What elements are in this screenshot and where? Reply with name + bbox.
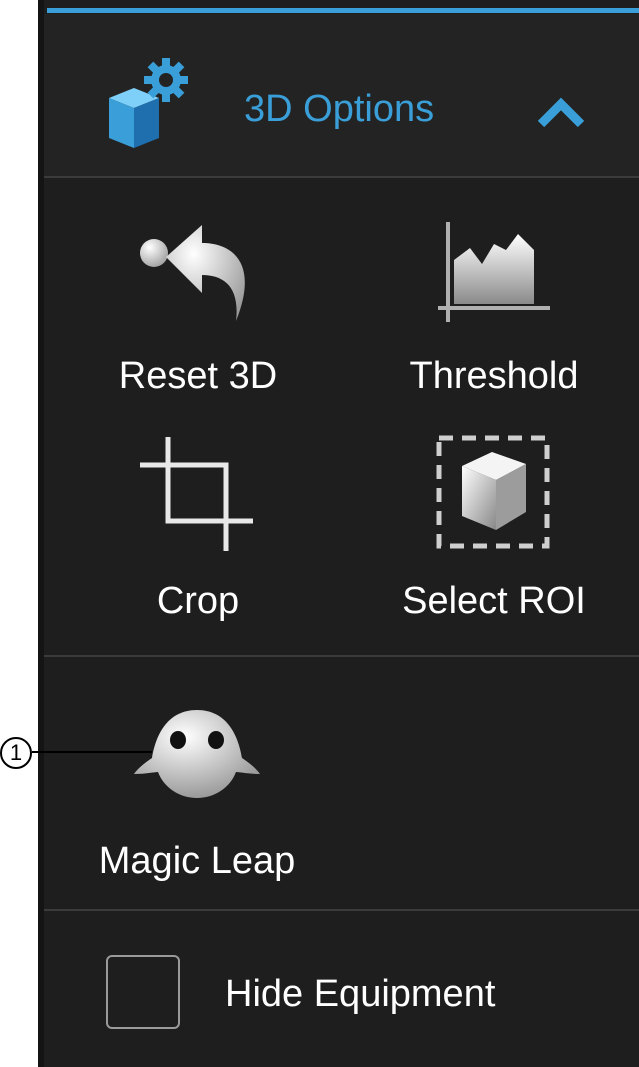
callout-leader-line: [32, 751, 152, 753]
select-roi-label: Select ROI: [402, 580, 586, 622]
crop-button[interactable]: Crop: [100, 430, 296, 630]
select-roi-icon: [436, 435, 550, 549]
divider: [44, 176, 639, 178]
hide-equipment-checkbox[interactable]: [106, 955, 180, 1029]
section-header-3d-options[interactable]: 3D Options: [44, 14, 639, 176]
magic-leap-button[interactable]: Magic Leap: [80, 690, 314, 890]
magic-leap-label: Magic Leap: [98, 840, 296, 882]
threshold-icon: [438, 222, 550, 322]
threshold-button[interactable]: Threshold: [392, 210, 596, 400]
callout-marker: 1: [0, 737, 32, 769]
threshold-label: Threshold: [409, 355, 579, 397]
reset-3d-label: Reset 3D: [118, 355, 278, 397]
magic-leap-icon: [134, 710, 260, 798]
reset-3d-button[interactable]: Reset 3D: [100, 210, 296, 400]
cube-gear-icon: [109, 58, 188, 148]
crop-icon: [140, 437, 253, 551]
crop-label: Crop: [156, 580, 240, 622]
accent-line: [47, 8, 639, 13]
chevron-up-icon[interactable]: [536, 94, 586, 129]
hide-equipment-label[interactable]: Hide Equipment: [225, 973, 495, 1016]
reset-3d-icon: [140, 225, 245, 321]
divider: [44, 655, 639, 657]
divider: [44, 909, 639, 911]
section-title: 3D Options: [244, 88, 435, 130]
select-roi-button[interactable]: Select ROI: [386, 430, 602, 630]
